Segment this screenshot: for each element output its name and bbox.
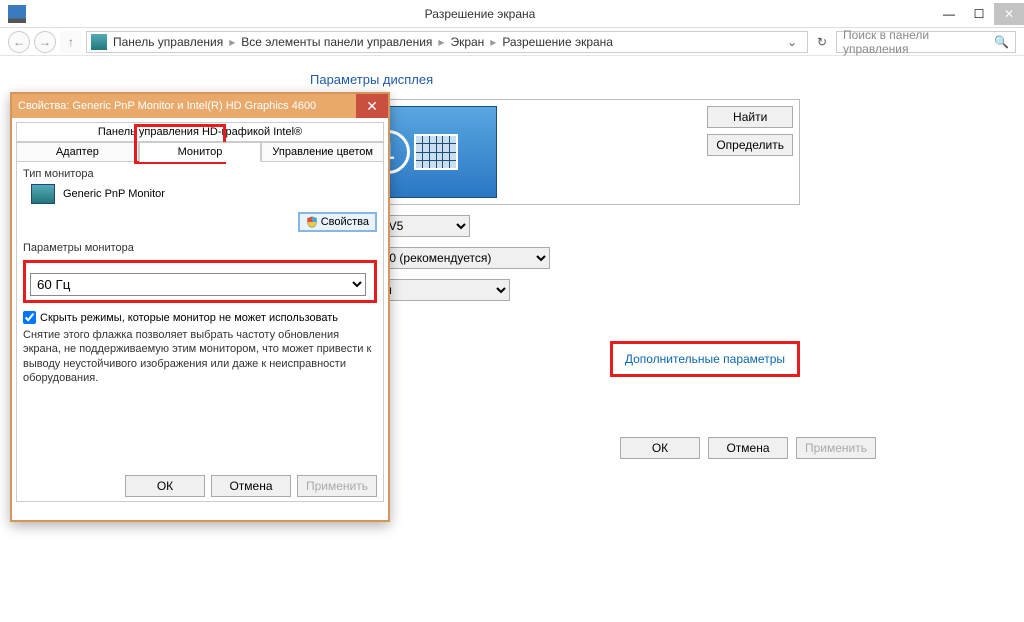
- refresh-rate-select[interactable]: 60 Гц: [30, 273, 366, 296]
- chevron-right-icon: ▸: [438, 35, 444, 49]
- refresh-rate-highlight: 60 Гц: [23, 260, 377, 303]
- breadcrumb[interactable]: Экран: [446, 35, 488, 49]
- breadcrumb[interactable]: Разрешение экрана: [498, 35, 617, 49]
- search-placeholder: Поиск в панели управления: [843, 28, 994, 56]
- hide-unsupported-label: Скрыть режимы, которые монитор не может …: [40, 312, 338, 324]
- minimize-button[interactable]: —: [934, 3, 964, 25]
- advanced-settings-link[interactable]: Дополнительные параметры: [625, 352, 785, 366]
- dialog-close-button[interactable]: ✕: [356, 94, 388, 118]
- monitor-type-label: Тип монитора: [23, 168, 377, 180]
- dialog-title: Свойства: Generic PnP Monitor и Intel(R)…: [18, 100, 316, 112]
- dialog-apply-button[interactable]: Применить: [297, 475, 377, 497]
- monitor-icon: [31, 184, 55, 204]
- hide-unsupported-checkbox[interactable]: [23, 311, 36, 324]
- detect-button[interactable]: Определить: [707, 134, 793, 156]
- hide-unsupported-description: Снятие этого флажка позволяет выбрать ча…: [23, 328, 377, 385]
- maximize-button[interactable]: ☐: [964, 3, 994, 25]
- display-settings-panel: 1 Найти Определить 1. PHL 223V5 1920 × 1…: [320, 99, 994, 459]
- back-button[interactable]: ←: [8, 31, 30, 53]
- search-icon: 🔍: [994, 35, 1009, 49]
- tab-monitor[interactable]: Монитор: [139, 142, 262, 162]
- dialog-cancel-button[interactable]: Отмена: [211, 475, 291, 497]
- chevron-right-icon: ▸: [229, 35, 235, 49]
- advanced-settings-highlight: Дополнительные параметры: [610, 341, 800, 377]
- refresh-button[interactable]: ↻: [812, 35, 832, 49]
- uac-shield-icon: [306, 216, 318, 228]
- dialog-titlebar[interactable]: Свойства: Generic PnP Monitor и Intel(R)…: [12, 94, 388, 118]
- cancel-button[interactable]: Отмена: [708, 437, 788, 459]
- page-title: Параметры дисплея: [310, 72, 994, 87]
- monitor-params-label: Параметры монитора: [23, 242, 377, 254]
- window-title: Разрешение экрана: [26, 7, 934, 21]
- find-button[interactable]: Найти: [707, 106, 793, 128]
- monitor-name: Generic PnP Monitor: [63, 188, 165, 200]
- search-input[interactable]: Поиск в панели управления 🔍: [836, 31, 1016, 53]
- app-icon: [8, 5, 26, 23]
- forward-button[interactable]: →: [34, 31, 56, 53]
- monitor-arrangement-box: 1 Найти Определить: [320, 99, 800, 205]
- up-button[interactable]: ↑: [60, 31, 82, 53]
- monitor-grid-icon: [414, 134, 458, 170]
- tab-color-management[interactable]: Управление цветом: [261, 142, 384, 162]
- close-button[interactable]: ✕: [994, 3, 1024, 25]
- ok-button[interactable]: ОК: [620, 437, 700, 459]
- address-bar[interactable]: Панель управления ▸ Все элементы панели …: [86, 31, 808, 53]
- breadcrumb[interactable]: Все элементы панели управления: [237, 35, 436, 49]
- address-dropdown-icon[interactable]: ⌄: [781, 35, 803, 49]
- breadcrumb[interactable]: Панель управления: [109, 35, 227, 49]
- control-panel-icon: [91, 34, 107, 50]
- navbar: ← → ↑ Панель управления ▸ Все элементы п…: [0, 28, 1024, 56]
- tab-adapter[interactable]: Адаптер: [16, 142, 139, 162]
- monitor-properties-dialog: Свойства: Generic PnP Monitor и Intel(R)…: [10, 92, 390, 522]
- apply-button[interactable]: Применить: [796, 437, 876, 459]
- titlebar: Разрешение экрана — ☐ ✕: [0, 0, 1024, 28]
- dialog-ok-button[interactable]: ОК: [125, 475, 205, 497]
- properties-button[interactable]: Свойства: [298, 212, 377, 232]
- chevron-right-icon: ▸: [490, 35, 496, 49]
- window-controls: — ☐ ✕: [934, 3, 1024, 25]
